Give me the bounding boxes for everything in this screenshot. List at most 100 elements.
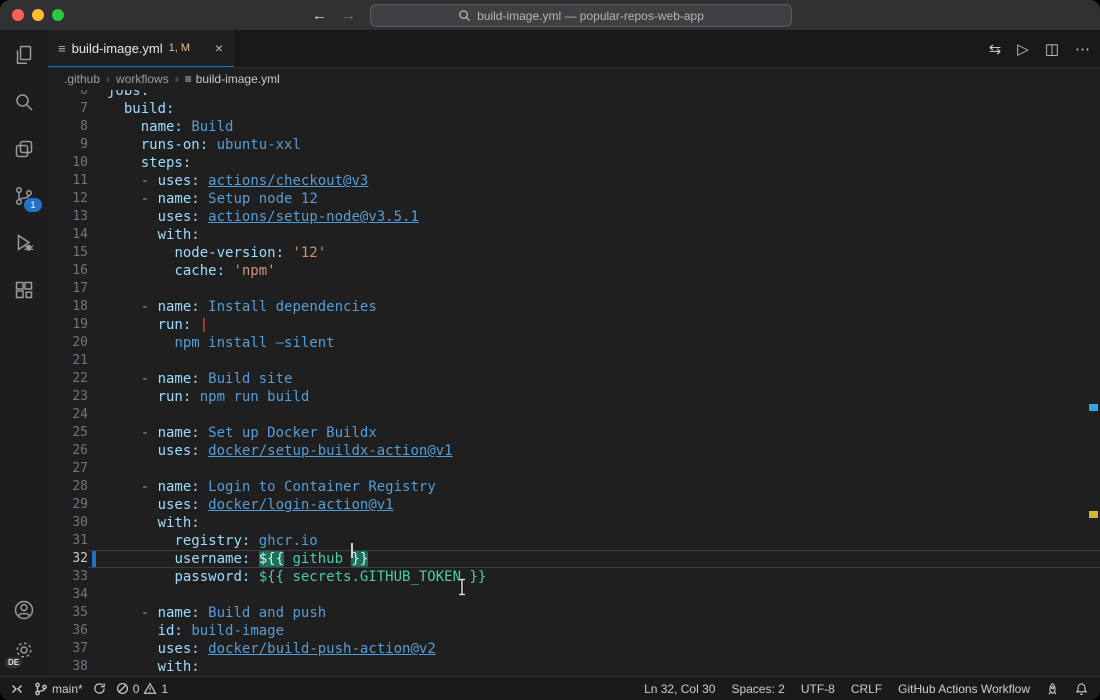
code-text: uses: docker/login-action@v1 (88, 496, 1100, 514)
language-mode-indicator[interactable]: GitHub Actions Workflow (898, 682, 1030, 696)
code-line-20[interactable]: 20 npm install —silent (48, 334, 1100, 352)
code-text: - name: Install dependencies (88, 298, 1100, 316)
run-workflow-icon[interactable]: ▷ (1017, 40, 1029, 58)
code-line-38[interactable]: 38 with: (48, 658, 1100, 676)
minimize-button[interactable] (32, 9, 44, 21)
line-number: 29 (48, 496, 88, 514)
code-line-27[interactable]: 27 (48, 460, 1100, 478)
line-number: 10 (48, 154, 88, 172)
code-line-31[interactable]: 31 registry: ghcr.io (48, 532, 1100, 550)
code-line-28[interactable]: 28 - name: Login to Container Registry (48, 478, 1100, 496)
code-line-13[interactable]: 13 uses: actions/setup-node@v3.5.1 (48, 208, 1100, 226)
indentation-indicator[interactable]: Spaces: 2 (731, 682, 784, 696)
line-number: 36 (48, 622, 88, 640)
yaml-file-icon: ≡ (185, 72, 192, 86)
line-number: 21 (48, 352, 88, 370)
code-line-29[interactable]: 29 uses: docker/login-action@v1 (48, 496, 1100, 514)
code-line-37[interactable]: 37 uses: docker/build-push-action@v2 (48, 640, 1100, 658)
vscode-window: ← → build-image.yml — popular-repos-web-… (0, 0, 1100, 700)
line-number: 35 (48, 604, 88, 622)
code-line-17[interactable]: 17 (48, 280, 1100, 298)
git-branch-icon (34, 682, 48, 696)
explorer-icon[interactable] (12, 43, 36, 67)
overlapping-squares-icon[interactable] (12, 137, 36, 161)
git-branch-item[interactable]: main* (34, 682, 83, 696)
code-line-12[interactable]: 12 - name: Setup node 12 (48, 190, 1100, 208)
source-control-icon[interactable]: 1 (12, 184, 36, 208)
line-number: 32 (48, 550, 88, 568)
remote-indicator[interactable] (10, 682, 24, 696)
eol-indicator[interactable]: CRLF (851, 682, 882, 696)
text-caret (351, 543, 353, 558)
line-number: 12 (48, 190, 88, 208)
zoom-button[interactable] (52, 9, 64, 21)
encoding-indicator[interactable]: UTF-8 (801, 682, 835, 696)
line-number: 6 (48, 90, 88, 100)
code-line-24[interactable]: 24 (48, 406, 1100, 424)
line-number: 7 (48, 100, 88, 118)
tab-build-image-yml[interactable]: ≡ build-image.yml 1, M × (48, 30, 234, 67)
yaml-file-icon: ≡ (58, 41, 66, 56)
code-line-18[interactable]: 18 - name: Install dependencies (48, 298, 1100, 316)
line-number: 19 (48, 316, 88, 334)
code-line-26[interactable]: 26 uses: docker/setup-buildx-action@v1 (48, 442, 1100, 460)
extensions-icon[interactable] (12, 278, 36, 302)
breadcrumb-segment-file[interactable]: ≡ build-image.yml (185, 72, 280, 86)
code-line-7[interactable]: 7 build: (48, 100, 1100, 118)
code-text: with: (88, 226, 1100, 244)
scm-changes-badge: 1 (24, 198, 42, 212)
editor-actions: ⇆ ▷ ◫ ⋯ (989, 30, 1090, 67)
line-number: 34 (48, 586, 88, 604)
code-line-6[interactable]: 6jobs: (48, 90, 1100, 100)
code-line-15[interactable]: 15 node-version: '12' (48, 244, 1100, 262)
code-line-33[interactable]: 33 password: ${{ secrets.GITHUB_TOKEN }} (48, 568, 1100, 586)
breadcrumb-segment-github[interactable]: .github (64, 72, 100, 86)
code-line-22[interactable]: 22 - name: Build site (48, 370, 1100, 388)
command-center-search[interactable]: build-image.yml — popular-repos-web-app (370, 4, 792, 27)
code-line-35[interactable]: 35 - name: Build and push (48, 604, 1100, 622)
code-line-10[interactable]: 10 steps: (48, 154, 1100, 172)
search-sidebar-icon[interactable] (12, 90, 36, 114)
rocket-icon[interactable] (1046, 682, 1059, 696)
close-button[interactable] (12, 9, 24, 21)
code-line-25[interactable]: 25 - name: Set up Docker Buildx (48, 424, 1100, 442)
code-line-9[interactable]: 9 runs-on: ubuntu-xxl (48, 136, 1100, 154)
account-icon[interactable] (12, 598, 36, 622)
compare-changes-icon[interactable]: ⇆ (989, 40, 1002, 58)
sync-changes-item[interactable] (93, 682, 106, 695)
line-number: 20 (48, 334, 88, 352)
window-title: build-image.yml — popular-repos-web-app (477, 9, 704, 23)
line-col-indicator[interactable]: Ln 32, Col 30 (644, 682, 715, 696)
code-line-19[interactable]: 19 run: | (48, 316, 1100, 334)
line-number: 31 (48, 532, 88, 550)
line-number: 38 (48, 658, 88, 676)
remote-icon (10, 682, 24, 696)
run-and-debug-icon[interactable] (12, 231, 36, 255)
code-line-36[interactable]: 36 id: build-image (48, 622, 1100, 640)
tab-close-icon[interactable]: × (215, 40, 223, 56)
settings-gear-icon[interactable]: DE (12, 638, 36, 662)
line-number: 33 (48, 568, 88, 586)
code-line-11[interactable]: 11 - uses: actions/checkout@v3 (48, 172, 1100, 190)
forward-arrow-icon[interactable]: → (341, 7, 356, 24)
more-actions-icon[interactable]: ⋯ (1075, 40, 1090, 58)
breadcrumb-segment-workflows[interactable]: workflows (116, 72, 169, 86)
overview-mark-info (1089, 404, 1098, 411)
split-editor-icon[interactable]: ◫ (1045, 40, 1059, 58)
status-bar: main* 0 1 Ln 32, Col 30 Spaces: 2 UTF-8 … (0, 676, 1100, 700)
code-line-8[interactable]: 8 name: Build (48, 118, 1100, 136)
code-line-34[interactable]: 34 (48, 586, 1100, 604)
code-line-23[interactable]: 23 run: npm run build (48, 388, 1100, 406)
back-arrow-icon[interactable]: ← (312, 7, 327, 24)
editor-pane[interactable]: 6jobs:7 build:8 name: Build9 runs-on: ub… (48, 90, 1100, 676)
code-line-14[interactable]: 14 with: (48, 226, 1100, 244)
notifications-bell-icon[interactable] (1075, 682, 1088, 696)
code-line-16[interactable]: 16 cache: 'npm' (48, 262, 1100, 280)
code-line-21[interactable]: 21 (48, 352, 1100, 370)
code-line-30[interactable]: 30 with: (48, 514, 1100, 532)
line-number: 24 (48, 406, 88, 424)
line-number: 22 (48, 370, 88, 388)
line-number: 30 (48, 514, 88, 532)
problems-item[interactable]: 0 1 (116, 682, 168, 696)
code-line-32[interactable]: 32 username: ${{ github }} (48, 550, 1100, 568)
